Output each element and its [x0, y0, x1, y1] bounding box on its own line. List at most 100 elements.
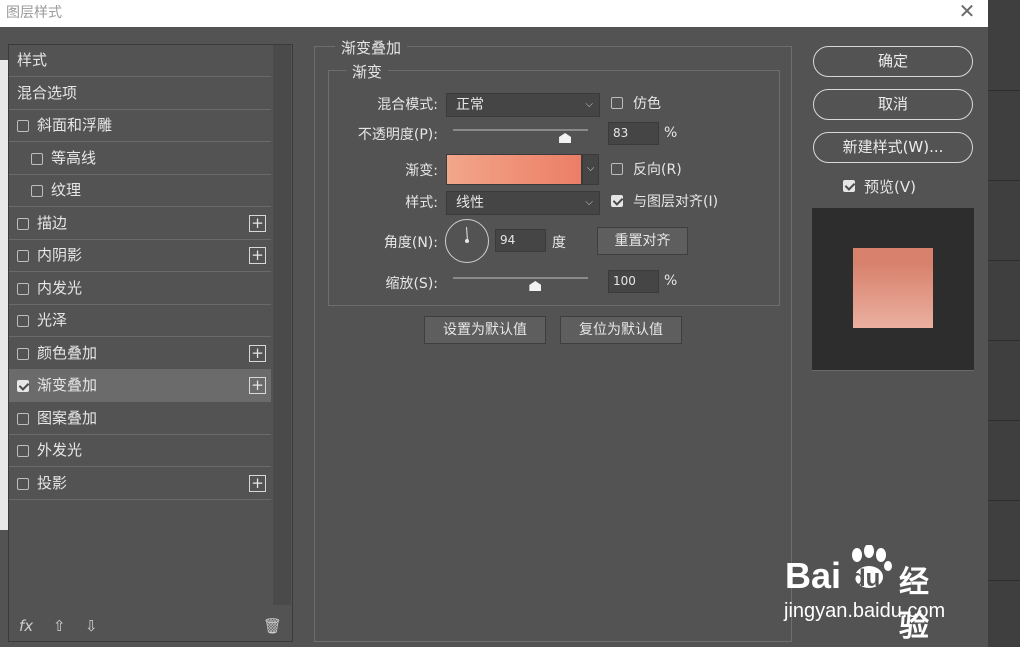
sidebar-item-label: 颜色叠加 — [37, 343, 98, 362]
dialog-titlebar: 图层样式 ✕ — [0, 0, 988, 27]
sidebar-item-label: 纹理 — [51, 181, 82, 199]
sidebar-item-label: 外发光 — [37, 441, 83, 459]
sidebar-item[interactable]: 描边 + — [9, 208, 271, 240]
gradient-picker[interactable] — [446, 154, 582, 185]
sidebar-item-label: 光泽 — [37, 311, 68, 329]
sidebar-item-label: 样式 — [17, 51, 48, 69]
scale-unit: % — [664, 273, 678, 289]
sidebar-item[interactable]: 混合选项 — [9, 78, 271, 110]
sidebar-item-label: 图案叠加 — [37, 408, 98, 427]
opacity-unit: % — [664, 125, 678, 141]
trash-icon[interactable]: 🗑 — [263, 617, 282, 635]
sidebar-item[interactable]: 样式 — [9, 45, 271, 77]
gradient-label: 渐变: — [405, 163, 438, 179]
gradient-dropdown-chevron-icon[interactable]: ⌵ — [582, 154, 599, 185]
sidebar-item-checkbox[interactable] — [31, 185, 43, 197]
gradient-subgroup-title: 渐变 — [346, 61, 389, 82]
sidebar-item-label: 斜面和浮雕 — [37, 116, 113, 134]
sidebar-item[interactable]: 内发光 — [9, 273, 271, 305]
styles-list-panel: 样式混合选项斜面和浮雕等高线纹理描边 + 内阴影 + 内发光光泽颜色叠加 + 渐变叠加 + 图案… — [8, 44, 293, 642]
opacity-label: 不透明度(P): — [357, 127, 438, 143]
reverse-checkbox[interactable] — [611, 163, 623, 175]
sidebar-item-label: 混合选项 — [17, 83, 78, 102]
set-as-default-button[interactable]: 设置为默认值 — [424, 316, 546, 344]
gradient-overlay-title: 渐变叠加 — [335, 37, 408, 58]
background-window-edge — [0, 60, 8, 530]
preview-label: 预览(V) — [864, 178, 916, 196]
chevron-down-icon: ⌵ — [585, 99, 593, 110]
scale-label: 缩放(S): — [385, 276, 438, 292]
dialog-title: 图层样式 — [6, 5, 62, 21]
new-style-button[interactable]: 新建样式(W)... — [813, 132, 973, 163]
sidebar-item[interactable]: 光泽 — [9, 305, 271, 337]
add-effect-icon[interactable]: + — [249, 344, 266, 362]
sidebar-item-checkbox[interactable] — [17, 347, 29, 360]
sidebar-item-checkbox[interactable] — [31, 152, 43, 165]
angle-dial[interactable] — [445, 219, 489, 263]
add-effect-icon[interactable]: + — [249, 214, 266, 232]
scale-slider[interactable] — [453, 277, 588, 279]
style-value: 线性 — [456, 195, 484, 211]
ok-button[interactable]: 确定 — [813, 46, 973, 77]
reset-to-default-button[interactable]: 复位为默认值 — [560, 316, 682, 344]
add-effect-icon[interactable]: + — [249, 474, 266, 492]
sidebar-item[interactable]: 外发光 — [9, 435, 271, 467]
sidebar-item-label: 内发光 — [37, 278, 83, 297]
sidebar-item-label: 投影 — [37, 473, 68, 492]
align-with-layer-checkbox[interactable] — [611, 195, 623, 207]
dither-label: 仿色 — [633, 96, 661, 112]
move-down-icon[interactable]: ⇩ — [85, 617, 98, 635]
sidebar-item[interactable]: 颜色叠加 + — [9, 338, 271, 370]
style-preview-swatch — [853, 248, 933, 328]
blend-mode-label: 混合模式: — [377, 97, 438, 113]
sidebar-item-label: 等高线 — [51, 148, 97, 167]
sidebar-item-checkbox[interactable] — [17, 445, 29, 457]
sidebar-item-checkbox[interactable] — [17, 477, 29, 490]
angle-unit: 度 — [552, 235, 566, 251]
sidebar-item-label: 描边 — [37, 213, 68, 232]
angle-input[interactable]: 94 — [495, 229, 546, 252]
dither-checkbox[interactable] — [611, 97, 623, 109]
blend-mode-value: 正常 — [456, 97, 484, 113]
sidebar-item[interactable]: 图案叠加 — [9, 403, 271, 435]
sidebar-item-label: 内阴影 — [37, 246, 83, 264]
styles-list-scrollbar[interactable] — [273, 45, 291, 605]
sidebar-item-checkbox[interactable] — [17, 217, 29, 230]
sidebar-item-checkbox[interactable] — [17, 412, 29, 425]
opacity-slider[interactable] — [453, 129, 588, 131]
watermark-brand-du: du — [851, 565, 881, 592]
angle-label: 角度(N): — [383, 235, 438, 251]
sidebar-item-checkbox[interactable] — [17, 120, 29, 132]
sidebar-item[interactable]: 纹理 — [9, 175, 271, 207]
style-label: 样式: — [405, 195, 438, 211]
move-up-icon[interactable]: ⇧ — [53, 617, 66, 635]
watermark-url: jingyan.baidu.com — [784, 600, 946, 622]
sidebar-item-checkbox[interactable] — [17, 380, 29, 392]
opacity-input[interactable]: 83 — [608, 122, 659, 145]
sidebar-item[interactable]: 等高线 — [9, 143, 271, 175]
chevron-down-icon: ⌵ — [585, 197, 593, 208]
sidebar-item[interactable]: 投影 + — [9, 468, 271, 500]
scale-input[interactable]: 100 — [608, 270, 659, 293]
preview-checkbox[interactable] — [843, 180, 855, 192]
blend-mode-dropdown[interactable]: 正常 ⌵ — [446, 93, 600, 117]
close-icon[interactable]: ✕ — [954, 0, 980, 24]
angle-dial-center — [465, 239, 469, 243]
sidebar-item-label: 渐变叠加 — [37, 376, 98, 394]
background-app-strip — [988, 0, 1020, 647]
style-dropdown[interactable]: 线性 ⌵ — [446, 191, 600, 215]
fx-icon[interactable]: fx — [19, 617, 33, 635]
reset-alignment-button[interactable]: 重置对齐 — [597, 227, 688, 255]
sidebar-item[interactable]: 斜面和浮雕 — [9, 110, 271, 142]
sidebar-item-checkbox[interactable] — [17, 282, 29, 295]
sidebar-item[interactable]: 渐变叠加 + — [9, 370, 271, 402]
sidebar-item[interactable]: 内阴影 + — [9, 240, 271, 272]
add-effect-icon[interactable]: + — [249, 377, 266, 394]
sidebar-item-checkbox[interactable] — [17, 250, 29, 262]
reverse-label: 反向(R) — [633, 162, 682, 178]
add-effect-icon[interactable]: + — [249, 247, 266, 264]
align-with-layer-label: 与图层对齐(I) — [633, 194, 719, 210]
cancel-button[interactable]: 取消 — [813, 89, 973, 120]
sidebar-item-checkbox[interactable] — [17, 315, 29, 327]
watermark-brand: Bai — [785, 555, 842, 596]
